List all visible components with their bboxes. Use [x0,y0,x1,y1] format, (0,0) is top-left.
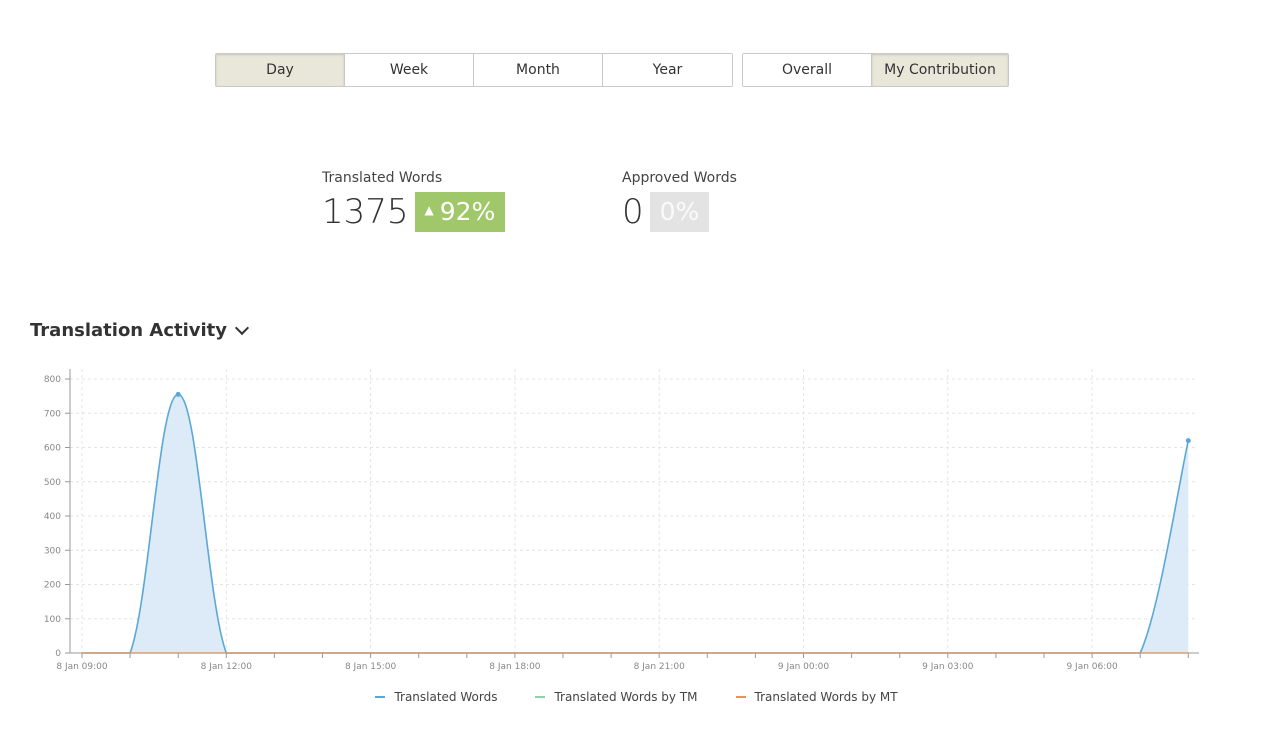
legend-swatch-translated [375,696,386,698]
legend-swatch-mt [735,696,746,698]
x-tick-label: 8 Jan 18:00 [489,662,541,672]
legend-item-tm[interactable]: Translated Words by TM [535,690,698,704]
section-title-text: Translation Activity [30,320,228,341]
y-tick-label: 500 [44,478,61,488]
legend-label-mt: Translated Words by MT [754,690,898,704]
translated-words-label: Translated Words [322,170,443,186]
series-translated-area [82,394,1189,653]
y-tick-label: 700 [44,409,61,419]
legend-label-tm: Translated Words by TM [554,690,698,704]
x-tick-label: 8 Jan 09:00 [56,662,108,672]
data-point [175,391,181,397]
period-week-button[interactable]: Week [345,54,474,86]
translated-words-change: 92% [439,197,496,226]
y-tick-label: 100 [44,615,61,625]
chevron-down-icon[interactable] [234,320,250,335]
legend-label-translated: Translated Words [394,690,498,704]
translated-words-stat: Translated Words 1375 ▲ 92% [322,170,506,232]
data-point [1185,438,1191,444]
period-month-button[interactable]: Month [474,54,603,86]
chart-legend: Translated Words Translated Words by TM … [0,690,1273,704]
x-tick-label: 9 Jan 03:00 [922,662,974,672]
approved-words-change-badge: 0% [649,192,710,232]
y-tick-label: 400 [44,512,61,522]
approved-words-stat: Approved Words 0 0% [622,170,737,232]
period-day-button[interactable]: Day [216,54,345,86]
x-tick-label: 9 Jan 00:00 [778,662,830,672]
x-tick-label: 8 Jan 15:00 [345,662,397,672]
approved-words-label: Approved Words [622,170,737,186]
x-tick-label: 9 Jan 06:00 [1066,662,1118,672]
x-tick-label: 8 Jan 21:00 [634,662,686,672]
scope-selector: Overall My Contribution [742,53,1009,87]
translation-activity-title[interactable]: Translation Activity [30,320,250,341]
legend-item-mt[interactable]: Translated Words by MT [735,690,898,704]
legend-item-translated[interactable]: Translated Words [375,690,497,704]
translation-activity-chart: 0 100 200 300 400 500 600 700 800 8 Jan 09:00 8 Ja… [44,369,1199,672]
scope-my-contribution-button[interactable]: My Contribution [872,54,1008,86]
approved-words-value: 0 [622,192,644,232]
period-year-button[interactable]: Year [603,54,732,86]
legend-swatch-tm [535,696,546,698]
translated-words-value: 1375 [322,192,409,232]
x-tick-label: 8 Jan 12:00 [201,662,253,672]
y-tick-label: 200 [44,581,61,591]
y-tick-label: 600 [44,444,61,454]
scope-overall-button[interactable]: Overall [743,54,872,86]
triangle-up-icon: ▲ [424,203,434,217]
y-tick-label: 800 [44,375,61,385]
translated-words-change-badge: ▲ 92% [414,192,506,232]
series-translated-line [81,393,1190,654]
y-tick-label: 300 [44,546,61,556]
approved-words-change: 0% [659,197,700,226]
y-tick-label: 0 [55,649,61,659]
period-selector: Day Week Month Year [215,53,733,87]
